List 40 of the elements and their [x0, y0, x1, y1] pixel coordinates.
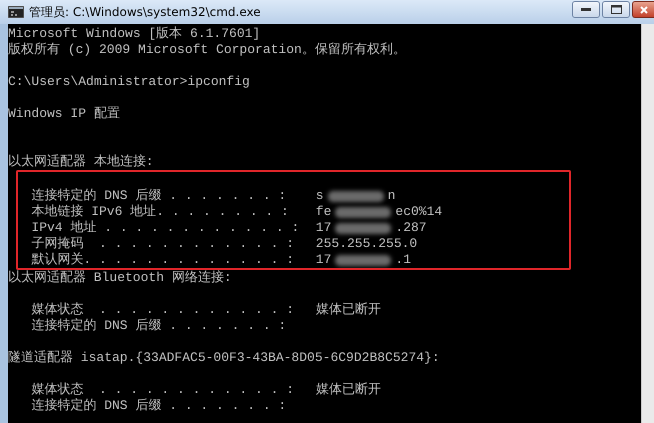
close-button[interactable] — [632, 1, 654, 18]
entry-value: ec0%14 — [395, 204, 442, 220]
entry-value: 媒体已断开 — [314, 382, 381, 398]
redaction-blur — [335, 254, 392, 266]
entry-value: 17 — [314, 220, 332, 236]
console-text: 隧道适配器 isatap.{33ADFAC5-00F3-43BA-8D05-6C9D2B8C5274}: — [8, 350, 440, 365]
console-text: Windows IP 配置 — [8, 106, 120, 121]
console-text: Microsoft Windows [版本 6.1.7601] — [8, 26, 260, 41]
entry-value: .287 — [395, 220, 427, 236]
entry-label: 默认网关. . . . . . . . . . . . . : — [30, 252, 296, 268]
entry-value: fe — [314, 204, 332, 220]
window-title: 管理员: C:\Windows\system32\cmd.exe — [29, 4, 262, 20]
redaction-blur — [328, 190, 384, 202]
console-icon — [8, 6, 24, 18]
redaction-blur — [335, 222, 392, 234]
entry-label: 子网掩码 . . . . . . . . . . . . : — [30, 236, 296, 252]
maximize-icon — [610, 5, 622, 14]
entry-value: 255.255.255.0 — [314, 236, 418, 252]
console-text: 版权所有 (c) 2009 Microsoft Corporation。保留所有权利。 — [8, 42, 406, 57]
console-text: C:\Users\Administrator>ipconfig — [8, 74, 250, 89]
entry-label: 媒体状态 . . . . . . . . . . . . : — [30, 302, 296, 318]
entry-label: 媒体状态 . . . . . . . . . . . . : — [30, 382, 296, 398]
entry-value: .1 — [395, 252, 412, 268]
entry-label: 连接特定的 DNS 后缀 . . . . . . . : — [30, 188, 288, 204]
maximize-button[interactable] — [602, 1, 630, 18]
entry-label: 连接特定的 DNS 后缀 . . . . . . . : — [30, 318, 288, 334]
entry-label: 连接特定的 DNS 后缀 . . . . . . . : — [30, 398, 288, 414]
scrollbar[interactable] — [641, 24, 654, 423]
entry-value: 媒体已断开 — [314, 302, 381, 318]
entry-value: n — [388, 188, 396, 204]
entry-value: s — [314, 188, 324, 204]
minimize-button[interactable] — [572, 1, 600, 18]
entry-value: 17 — [314, 252, 332, 268]
console-text: 以太网适配器 本地连接: — [8, 154, 154, 169]
entry-label: IPv4 地址 . . . . . . . . . . . . : — [30, 220, 300, 236]
close-icon — [640, 6, 648, 14]
minimize-icon — [581, 8, 591, 12]
redaction-blur — [335, 206, 392, 218]
entry-label: 本地链接 IPv6 地址. . . . . . . . : — [30, 204, 290, 220]
console-text: 以太网适配器 Bluetooth 网络连接: — [8, 270, 232, 285]
